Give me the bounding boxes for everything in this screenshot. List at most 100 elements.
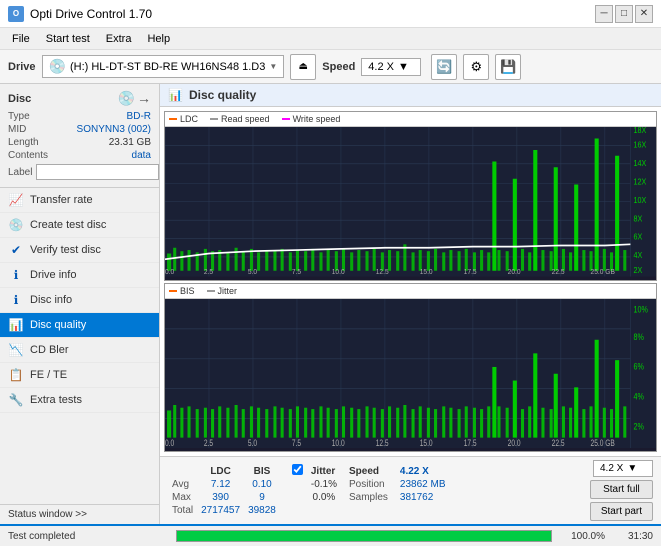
svg-text:4X: 4X bbox=[633, 251, 642, 261]
create-test-disc-icon: 💿 bbox=[8, 218, 24, 232]
app-title: Opti Drive Control 1.70 bbox=[30, 7, 152, 21]
chart-title: Disc quality bbox=[189, 88, 256, 102]
sidebar-item-cd-bler-label: CD Bler bbox=[30, 344, 69, 356]
sidebar-item-drive-info[interactable]: ℹ Drive info bbox=[0, 263, 159, 288]
legend-jitter-dot bbox=[207, 290, 215, 292]
svg-text:5.0: 5.0 bbox=[248, 437, 258, 447]
disc-section: Disc 💿 → Type BD-R MID SONYNN3 (002) Len… bbox=[0, 84, 159, 188]
speed-label: Speed bbox=[322, 61, 355, 73]
samples-label: Samples bbox=[341, 491, 396, 504]
disc-contents-value: data bbox=[132, 150, 151, 161]
legend-bis-label: BIS bbox=[180, 286, 195, 296]
sidebar-item-fe-te-label: FE / TE bbox=[30, 369, 67, 381]
cd-bler-icon: 📉 bbox=[8, 343, 24, 357]
test-speed-selector[interactable]: 4.2 X ▼ bbox=[593, 460, 653, 477]
svg-text:25.0 GB: 25.0 GB bbox=[591, 269, 616, 276]
sidebar-item-disc-info[interactable]: ℹ Disc info bbox=[0, 288, 159, 313]
svg-text:2.5: 2.5 bbox=[204, 437, 214, 447]
sidebar-item-create-test-disc[interactable]: 💿 Create test disc bbox=[0, 213, 159, 238]
sidebar-item-verify-test-disc-label: Verify test disc bbox=[30, 244, 101, 256]
drive-info-icon: ℹ bbox=[8, 268, 24, 282]
svg-text:16X: 16X bbox=[633, 140, 646, 150]
svg-text:17.5: 17.5 bbox=[464, 269, 477, 276]
chart2-legend: BIS Jitter bbox=[165, 284, 656, 299]
toolbar-settings-button[interactable]: ⚙ bbox=[463, 54, 489, 80]
speed-stats-value: 4.22 X bbox=[396, 464, 450, 478]
avg-row-label: Avg bbox=[168, 478, 197, 491]
drive-dropdown-arrow: ▼ bbox=[269, 62, 277, 71]
disc-length-label: Length bbox=[8, 137, 39, 148]
svg-text:12X: 12X bbox=[633, 177, 646, 187]
start-part-button[interactable]: Start part bbox=[590, 502, 653, 521]
sidebar: Disc 💿 → Type BD-R MID SONYNN3 (002) Len… bbox=[0, 84, 160, 524]
max-bis-value: 9 bbox=[244, 491, 280, 504]
svg-text:20.0: 20.0 bbox=[508, 269, 521, 276]
sidebar-item-extra-tests[interactable]: 🔧 Extra tests bbox=[0, 388, 159, 413]
svg-text:14X: 14X bbox=[633, 159, 646, 169]
disc-label-row: Label 🔍 bbox=[8, 163, 151, 181]
disc-label-input[interactable] bbox=[36, 164, 159, 180]
status-window-button[interactable]: Status window >> bbox=[0, 504, 159, 524]
drive-selector[interactable]: 💿 (H:) HL-DT-ST BD-RE WH16NS48 1.D3 ▼ bbox=[42, 55, 285, 78]
menu-help[interactable]: Help bbox=[139, 31, 178, 47]
toolbar-save-button[interactable]: 💾 bbox=[495, 54, 521, 80]
maximize-button[interactable]: □ bbox=[615, 5, 633, 23]
svg-text:17.5: 17.5 bbox=[464, 437, 477, 447]
speed-dropdown-arrow: ▼ bbox=[398, 61, 409, 73]
speed-value: 4.2 X bbox=[368, 61, 394, 73]
sidebar-item-disc-quality[interactable]: 📊 Disc quality bbox=[0, 313, 159, 338]
stats-table: LDC BIS Jitter Speed 4.22 X Avg 7.12 0.1… bbox=[168, 464, 450, 517]
svg-text:10X: 10X bbox=[633, 196, 646, 206]
chart2-svg: 10% 8% 6% 4% 2% 0.0 2.5 5.0 7.5 10.0 12.… bbox=[165, 299, 656, 449]
sidebar-item-cd-bler[interactable]: 📉 CD Bler bbox=[0, 338, 159, 363]
sidebar-item-disc-info-label: Disc info bbox=[30, 294, 72, 306]
legend-ldc: LDC bbox=[169, 114, 198, 124]
sidebar-item-fe-te[interactable]: 📋 FE / TE bbox=[0, 363, 159, 388]
bottom-status-bar: Test completed 100.0% 31:30 bbox=[0, 524, 661, 546]
jitter-checkbox[interactable] bbox=[292, 464, 303, 475]
svg-text:8%: 8% bbox=[633, 330, 644, 341]
disc-icon-cd[interactable]: 💿 bbox=[118, 90, 135, 107]
disc-quality-icon: 📊 bbox=[8, 318, 24, 332]
svg-text:15.0: 15.0 bbox=[420, 437, 433, 447]
toolbar-refresh-button[interactable]: 🔄 bbox=[431, 54, 457, 80]
position-value: 23862 MB bbox=[396, 478, 450, 491]
minimize-button[interactable]: ─ bbox=[595, 5, 613, 23]
eject-button[interactable]: ⏏ bbox=[290, 54, 316, 80]
svg-text:10.0: 10.0 bbox=[332, 269, 345, 276]
disc-icons: 💿 → bbox=[118, 90, 151, 107]
speed-selector[interactable]: 4.2 X ▼ bbox=[361, 58, 421, 76]
avg-ldc-value: 7.12 bbox=[197, 478, 244, 491]
start-buttons: Start full Start part bbox=[590, 480, 653, 521]
svg-text:5.0: 5.0 bbox=[248, 269, 257, 276]
status-text: Test completed bbox=[8, 531, 168, 542]
disc-label-label: Label bbox=[8, 167, 32, 178]
disc-header: Disc 💿 → bbox=[8, 90, 151, 107]
disc-icon-arrow[interactable]: → bbox=[137, 90, 151, 107]
extra-tests-icon: 🔧 bbox=[8, 393, 24, 407]
speed-stats-label: Speed bbox=[341, 464, 396, 478]
progress-percent: 100.0% bbox=[560, 531, 605, 542]
drive-label: Drive bbox=[8, 61, 36, 73]
menu-start-test[interactable]: Start test bbox=[38, 31, 98, 47]
chart1-legend: LDC Read speed Write speed bbox=[165, 112, 656, 127]
sidebar-item-transfer-rate[interactable]: 📈 Transfer rate bbox=[0, 188, 159, 213]
transfer-rate-icon: 📈 bbox=[8, 193, 24, 207]
disc-section-title: Disc bbox=[8, 93, 31, 105]
position-label: Position bbox=[341, 478, 396, 491]
disc-contents-label: Contents bbox=[8, 150, 48, 161]
close-button[interactable]: ✕ bbox=[635, 5, 653, 23]
avg-jitter-value: -0.1% bbox=[307, 478, 341, 491]
svg-text:12.5: 12.5 bbox=[376, 437, 389, 447]
menu-file[interactable]: File bbox=[4, 31, 38, 47]
disc-mid-label: MID bbox=[8, 124, 26, 135]
start-full-button[interactable]: Start full bbox=[590, 480, 653, 499]
sidebar-item-verify-test-disc[interactable]: ✔ Verify test disc bbox=[0, 238, 159, 263]
chart1-svg: 18X 16X 14X 12X 10X 8X 6X 4X 2X 0.0 2.5 … bbox=[165, 127, 656, 277]
svg-text:10%: 10% bbox=[633, 303, 648, 314]
menu-extra[interactable]: Extra bbox=[98, 31, 140, 47]
svg-text:12.5: 12.5 bbox=[376, 269, 389, 276]
chart-header: 📊 Disc quality bbox=[160, 84, 661, 107]
svg-text:10.0: 10.0 bbox=[332, 437, 345, 447]
title-bar-controls: ─ □ ✕ bbox=[595, 5, 653, 23]
